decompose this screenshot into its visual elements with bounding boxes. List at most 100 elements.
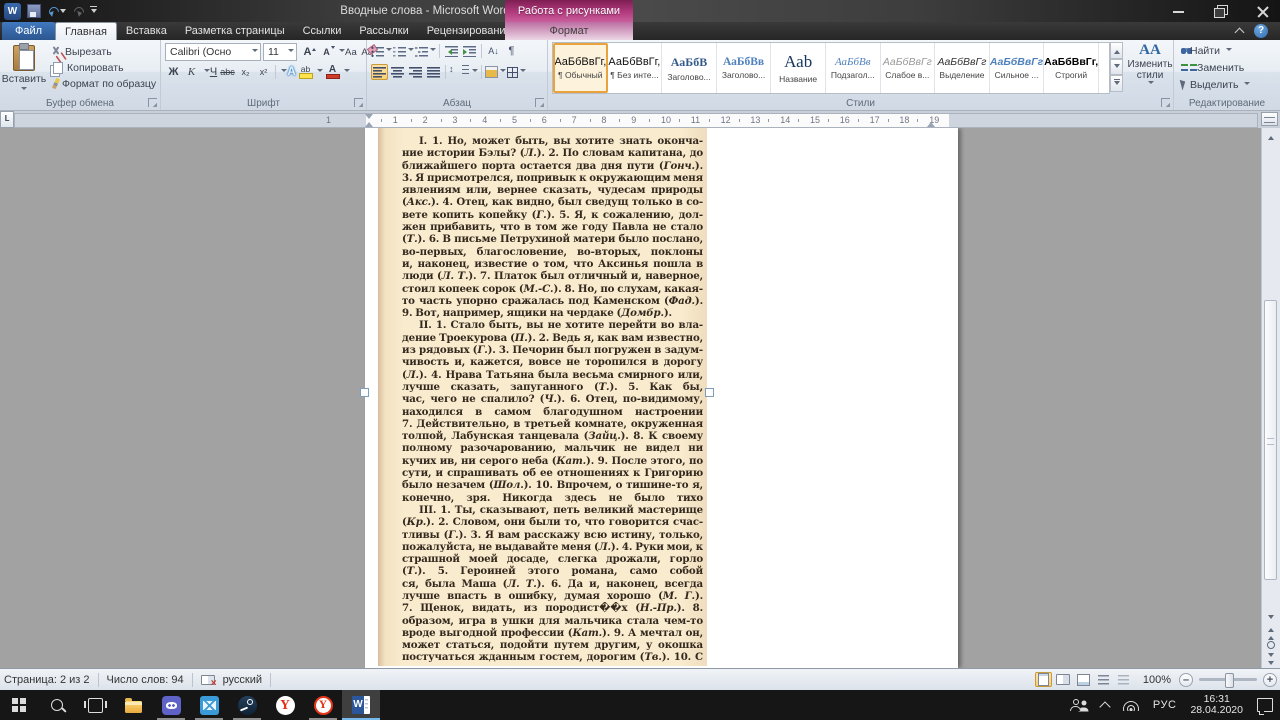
- bold-button[interactable]: [165, 64, 182, 80]
- paragraph-dialog-launcher-icon[interactable]: [535, 98, 544, 107]
- resize-handle-right[interactable]: [705, 388, 714, 397]
- undo-dropdown-arrow-icon[interactable]: [60, 9, 66, 16]
- tab-Главная[interactable]: Главная: [55, 22, 117, 41]
- increase-indent-icon[interactable]: [463, 46, 476, 57]
- numbering-icon[interactable]: [393, 46, 406, 57]
- font-size-combo[interactable]: 11: [263, 43, 297, 61]
- start-button[interactable]: [0, 690, 38, 720]
- style-item-Подзагол[interactable]: АаБбВвПодзагол...: [826, 43, 881, 93]
- language-indicator[interactable]: русский: [223, 674, 262, 686]
- tab-stop-selector[interactable]: L: [0, 111, 14, 128]
- tab-format[interactable]: Формат: [549, 25, 588, 37]
- format-painter-button[interactable]: Формат по образцу: [50, 76, 156, 91]
- style-item-Обычный[interactable]: АаБбВвГг,¶ Обычный: [553, 43, 608, 93]
- style-item-Безинте[interactable]: АаБбВвГг,¶ Без инте...: [608, 43, 663, 93]
- subscript-button[interactable]: [237, 64, 254, 80]
- draft-view-button[interactable]: [1115, 672, 1132, 687]
- action-center-button[interactable]: [1250, 690, 1280, 720]
- scroll-up-icon[interactable]: [1265, 130, 1277, 142]
- page-indicator[interactable]: Страница: 2 из 2: [4, 674, 90, 686]
- strikethrough-button[interactable]: [219, 64, 236, 80]
- zoom-in-button[interactable]: +: [1263, 673, 1277, 687]
- text-effects-button[interactable]: [279, 64, 296, 80]
- zoom-level[interactable]: 100%: [1143, 674, 1171, 686]
- dropdown-arrow-icon[interactable]: [472, 69, 478, 75]
- spell-check-icon[interactable]: [201, 675, 215, 686]
- style-item-Слабоев[interactable]: АаБбВвГгСлабое в...: [881, 43, 936, 93]
- scrollbar-thumb[interactable]: [1264, 300, 1277, 580]
- show-formatting-marks-button[interactable]: [503, 43, 520, 59]
- grow-font-button[interactable]: [299, 44, 316, 60]
- style-item-Заголово[interactable]: АаБбВвЗаголово...: [717, 43, 772, 93]
- clipboard-dialog-launcher-icon[interactable]: [148, 98, 157, 107]
- hidden-icons-button[interactable]: [1094, 690, 1116, 720]
- tab-Файл[interactable]: Файл: [2, 22, 55, 40]
- style-item-Название[interactable]: АаbНазвание: [771, 43, 826, 93]
- scanned-book-image[interactable]: I. 1. Но, может быть, вы хотите знать ок…: [378, 128, 707, 666]
- font-color-button[interactable]: [324, 64, 341, 80]
- styles-dialog-launcher-icon[interactable]: [1161, 98, 1170, 107]
- dropdown-arrow-icon[interactable]: [317, 69, 323, 75]
- file-explorer-button[interactable]: [114, 690, 152, 720]
- zoom-slider-thumb[interactable]: [1225, 673, 1234, 688]
- ruler-toggle-button[interactable]: [1261, 112, 1278, 126]
- people-tray-button[interactable]: [1063, 690, 1094, 720]
- underline-button[interactable]: [201, 64, 218, 80]
- gallery-scroll-up-button[interactable]: [1110, 42, 1123, 59]
- save-icon[interactable]: [27, 4, 41, 18]
- gallery-expand-button[interactable]: [1110, 75, 1123, 92]
- next-page-icon[interactable]: [1265, 654, 1277, 666]
- superscript-button[interactable]: [255, 64, 272, 80]
- help-icon[interactable]: ?: [1254, 24, 1268, 38]
- task-view-button[interactable]: [76, 690, 114, 720]
- shading-icon[interactable]: [485, 66, 498, 78]
- restore-button-icon[interactable]: [1210, 3, 1232, 19]
- find-button[interactable]: Найти: [1181, 43, 1232, 58]
- yandex-browser-2-button[interactable]: [304, 690, 342, 720]
- undo-icon[interactable]: [47, 6, 59, 16]
- zoom-slider[interactable]: [1199, 678, 1257, 681]
- style-item-Выделение[interactable]: АаБбВвГгВыделение: [935, 43, 990, 93]
- font-family-combo[interactable]: Calibri (Осно: [165, 43, 261, 61]
- outline-view-button[interactable]: [1095, 672, 1112, 687]
- language-tray-button[interactable]: РУС: [1146, 690, 1184, 720]
- horizontal-ruler[interactable]: 112345678910111213141516171819: [14, 113, 1258, 128]
- minimize-button-icon[interactable]: [1168, 3, 1190, 19]
- full-screen-reading-view-button[interactable]: [1055, 672, 1072, 687]
- decrease-indent-icon[interactable]: [445, 46, 458, 57]
- word-button[interactable]: [342, 690, 380, 720]
- select-browse-object-icon[interactable]: [1267, 641, 1275, 649]
- style-item-Заголово[interactable]: АаБбВЗаголово...: [662, 43, 717, 93]
- copy-button[interactable]: Копировать: [50, 60, 124, 75]
- tab-Рассылки[interactable]: Рассылки: [350, 22, 417, 40]
- replace-button[interactable]: Заменить: [1181, 60, 1244, 75]
- borders-icon[interactable]: [507, 67, 518, 78]
- steam-button[interactable]: [228, 690, 266, 720]
- highlight-color-button[interactable]: [297, 64, 314, 80]
- close-button-icon[interactable]: [1252, 3, 1274, 19]
- yandex-browser-button[interactable]: [266, 690, 304, 720]
- zoom-out-button[interactable]: –: [1179, 673, 1193, 687]
- change-styles-button[interactable]: АА Изменить стили: [1128, 42, 1172, 104]
- discord-button[interactable]: [152, 690, 190, 720]
- search-button[interactable]: [38, 690, 76, 720]
- document-page[interactable]: I. 1. Но, может быть, вы хотите знать ок…: [365, 128, 958, 668]
- customize-qat-icon[interactable]: [90, 6, 97, 17]
- align-center-icon[interactable]: [391, 67, 404, 78]
- style-item-Строгий[interactable]: АаБбВвГг,Строгий: [1044, 43, 1099, 93]
- vertical-scrollbar[interactable]: [1261, 128, 1280, 668]
- justify-icon[interactable]: [427, 67, 440, 78]
- multilevel-list-icon[interactable]: [415, 46, 428, 57]
- mail-app-button[interactable]: [190, 690, 228, 720]
- dropdown-arrow-icon[interactable]: [344, 69, 350, 75]
- bullets-icon[interactable]: [371, 46, 384, 57]
- scroll-down-icon[interactable]: [1265, 612, 1277, 624]
- tab-Ссылки[interactable]: Ссылки: [294, 22, 351, 40]
- previous-page-icon[interactable]: [1265, 626, 1277, 638]
- style-item-Сильное[interactable]: АаБбВвГгСильное ...: [990, 43, 1045, 93]
- line-spacing-button[interactable]: [449, 64, 469, 80]
- shrink-font-button[interactable]: [318, 44, 335, 60]
- cut-button[interactable]: Вырезать: [50, 44, 112, 59]
- font-dialog-launcher-icon[interactable]: [354, 98, 363, 107]
- select-button[interactable]: Выделить: [1181, 77, 1250, 92]
